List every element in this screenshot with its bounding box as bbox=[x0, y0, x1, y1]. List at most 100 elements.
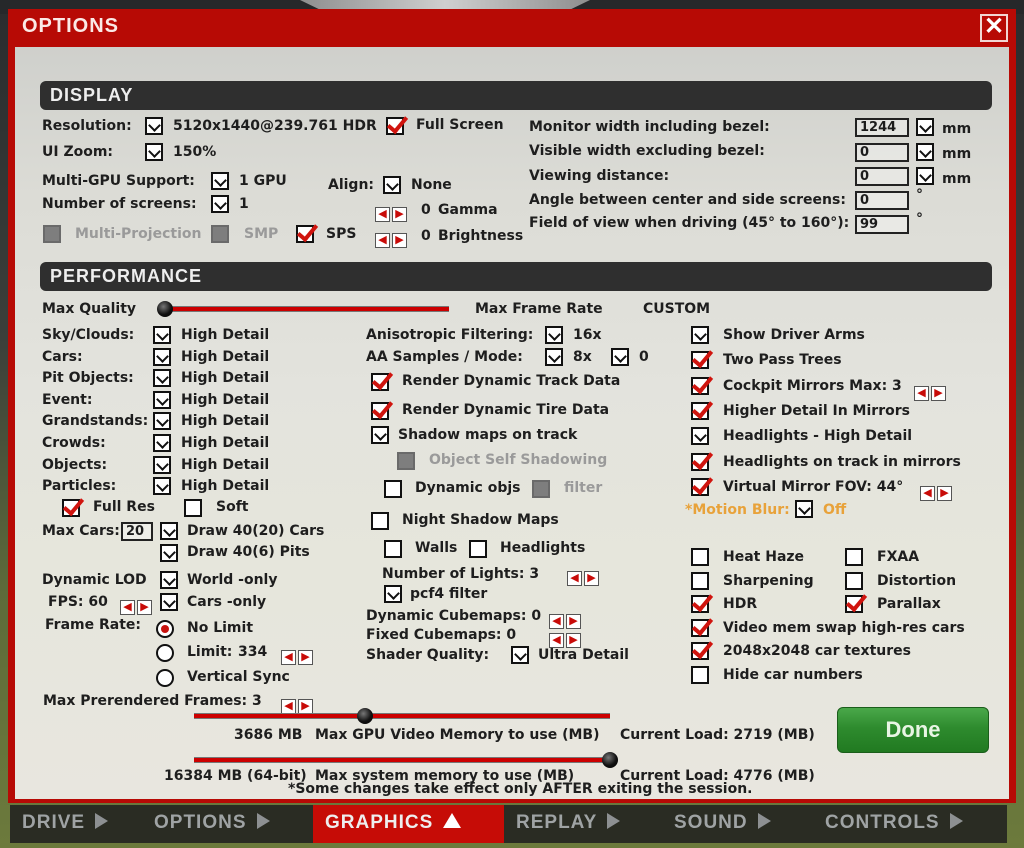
fullscreen-checkbox[interactable] bbox=[386, 117, 404, 135]
right-option-control[interactable] bbox=[691, 452, 709, 471]
max-cars-input[interactable]: 20 bbox=[121, 522, 153, 541]
left-arrow-icon[interactable]: ◀ bbox=[375, 207, 390, 222]
dyn-cubemaps-stepper[interactable]: ◀ ▶ bbox=[549, 609, 583, 629]
right-option-control[interactable] bbox=[691, 351, 709, 370]
aa-mode-dropdown[interactable] bbox=[611, 348, 629, 366]
brightness-stepper[interactable]: ◀ ▶ bbox=[375, 228, 409, 248]
dynamic-objs-checkbox[interactable] bbox=[384, 480, 402, 498]
prerendered-frames-stepper[interactable]: ◀ ▶ bbox=[281, 694, 315, 714]
angle-input[interactable]: 0 bbox=[855, 191, 909, 210]
num-lights-stepper[interactable]: ◀ ▶ bbox=[567, 566, 601, 586]
system-memory-slider-knob[interactable] bbox=[602, 752, 618, 768]
ui-zoom-dropdown[interactable] bbox=[145, 143, 163, 161]
effect-checkbox[interactable] bbox=[845, 548, 863, 566]
fps-stepper[interactable]: ◀ ▶ bbox=[120, 595, 154, 615]
monitor-width-input[interactable]: 1244 bbox=[855, 118, 909, 137]
quality-slider-track[interactable] bbox=[157, 301, 449, 317]
right-option-control[interactable] bbox=[691, 401, 709, 420]
effect-checkbox[interactable] bbox=[691, 571, 709, 590]
detail-row-dropdown[interactable] bbox=[153, 326, 171, 344]
frame-rate-limit-radio[interactable] bbox=[156, 644, 174, 662]
right-option-control[interactable] bbox=[691, 477, 709, 496]
right-arrow-icon[interactable]: ▶ bbox=[566, 614, 581, 629]
detail-row-dropdown[interactable] bbox=[153, 434, 171, 452]
left-arrow-icon[interactable]: ◀ bbox=[281, 650, 296, 665]
effect-checkbox[interactable] bbox=[691, 642, 709, 660]
detail-row-dropdown[interactable] bbox=[153, 369, 171, 388]
frame-rate-no-limit-radio[interactable] bbox=[156, 620, 174, 638]
nav-tab-replay[interactable]: REPLAY bbox=[504, 805, 662, 843]
draw-cars-dropdown[interactable] bbox=[160, 522, 178, 540]
detail-row-dropdown[interactable] bbox=[153, 412, 171, 431]
right-arrow-icon[interactable]: ▶ bbox=[298, 650, 313, 665]
left-arrow-icon[interactable]: ◀ bbox=[567, 571, 582, 586]
fov-input[interactable]: 99 bbox=[855, 215, 909, 234]
monitor-width-unit-dropdown[interactable] bbox=[916, 118, 934, 136]
world-only-dropdown[interactable] bbox=[160, 571, 178, 589]
nav-tab-sound[interactable]: SOUND bbox=[662, 805, 813, 843]
frame-limit-stepper[interactable]: ◀ ▶ bbox=[281, 645, 315, 665]
nav-tab-controls[interactable]: CONTROLS bbox=[813, 805, 1007, 843]
left-arrow-icon[interactable]: ◀ bbox=[914, 386, 929, 401]
effect-checkbox[interactable] bbox=[845, 571, 863, 590]
effect-checkbox[interactable] bbox=[691, 548, 709, 566]
gpu-memory-slider-track[interactable] bbox=[194, 708, 610, 724]
visible-width-input[interactable]: 0 bbox=[855, 143, 909, 162]
left-arrow-icon[interactable]: ◀ bbox=[549, 614, 564, 629]
full-res-checkbox[interactable] bbox=[62, 499, 80, 517]
left-arrow-icon[interactable]: ◀ bbox=[281, 699, 296, 714]
detail-row-dropdown[interactable] bbox=[153, 390, 171, 409]
gpu-memory-slider-knob[interactable] bbox=[356, 708, 373, 724]
viewing-distance-input[interactable]: 0 bbox=[855, 167, 909, 186]
walls-checkbox[interactable] bbox=[384, 540, 402, 558]
right-arrow-icon[interactable]: ▶ bbox=[298, 699, 313, 714]
night-shadow-checkbox[interactable] bbox=[371, 512, 389, 530]
right-option-control[interactable] bbox=[691, 376, 709, 395]
shadow-maps-dropdown[interactable] bbox=[371, 426, 389, 444]
left-arrow-icon[interactable]: ◀ bbox=[920, 486, 935, 501]
aa-samples-dropdown[interactable] bbox=[545, 348, 563, 366]
left-arrow-icon[interactable]: ◀ bbox=[375, 233, 390, 248]
nav-tab-options[interactable]: OPTIONS bbox=[142, 805, 313, 843]
right-arrow-icon[interactable]: ▶ bbox=[584, 571, 599, 586]
left-arrow-icon[interactable]: ◀ bbox=[120, 600, 135, 615]
aniso-dropdown[interactable] bbox=[545, 326, 563, 344]
viewing-distance-unit-dropdown[interactable] bbox=[916, 167, 934, 185]
nav-tab-graphics[interactable]: GRAPHICS bbox=[313, 805, 504, 843]
right-arrow-icon[interactable]: ▶ bbox=[137, 600, 152, 615]
right-option-control[interactable] bbox=[691, 326, 709, 344]
render-tire-checkbox[interactable] bbox=[371, 402, 389, 420]
cars-only-dropdown[interactable] bbox=[160, 593, 178, 611]
sps-checkbox[interactable] bbox=[296, 225, 314, 243]
done-button[interactable]: Done bbox=[837, 707, 989, 753]
effect-checkbox[interactable] bbox=[691, 595, 709, 613]
align-dropdown[interactable] bbox=[383, 176, 401, 194]
right-arrow-icon[interactable]: ▶ bbox=[392, 207, 407, 222]
gamma-stepper[interactable]: ◀ ▶ bbox=[375, 202, 409, 222]
mirrors-max-stepper[interactable]: ◀ ▶ bbox=[914, 381, 948, 401]
render-track-checkbox[interactable] bbox=[371, 373, 389, 391]
right-arrow-icon[interactable]: ▶ bbox=[937, 486, 952, 501]
effect-checkbox[interactable] bbox=[691, 665, 709, 684]
screens-dropdown[interactable] bbox=[211, 195, 229, 213]
resolution-dropdown[interactable] bbox=[145, 117, 163, 135]
right-arrow-icon[interactable]: ▶ bbox=[566, 633, 581, 648]
effect-checkbox[interactable] bbox=[845, 595, 863, 613]
mirror-fov-stepper[interactable]: ◀ ▶ bbox=[920, 481, 954, 501]
draw-pits-dropdown[interactable] bbox=[160, 544, 178, 562]
quality-slider-knob[interactable] bbox=[157, 301, 173, 317]
left-arrow-icon[interactable]: ◀ bbox=[549, 633, 564, 648]
fixed-cubemaps-stepper[interactable]: ◀ ▶ bbox=[549, 628, 583, 648]
detail-row-dropdown[interactable] bbox=[153, 347, 171, 366]
pcf4-dropdown[interactable] bbox=[384, 585, 402, 603]
right-arrow-icon[interactable]: ▶ bbox=[392, 233, 407, 248]
visible-width-unit-dropdown[interactable] bbox=[916, 143, 934, 161]
multigpu-dropdown[interactable] bbox=[211, 172, 229, 190]
shader-dropdown[interactable] bbox=[511, 646, 529, 664]
right-arrow-icon[interactable]: ▶ bbox=[931, 386, 946, 401]
system-memory-slider-track[interactable] bbox=[194, 752, 618, 768]
detail-row-dropdown[interactable] bbox=[153, 477, 171, 496]
close-button[interactable]: ✕ bbox=[980, 14, 1008, 42]
frame-rate-vsync-radio[interactable] bbox=[156, 669, 174, 687]
nav-tab-drive[interactable]: DRIVE bbox=[10, 805, 142, 843]
